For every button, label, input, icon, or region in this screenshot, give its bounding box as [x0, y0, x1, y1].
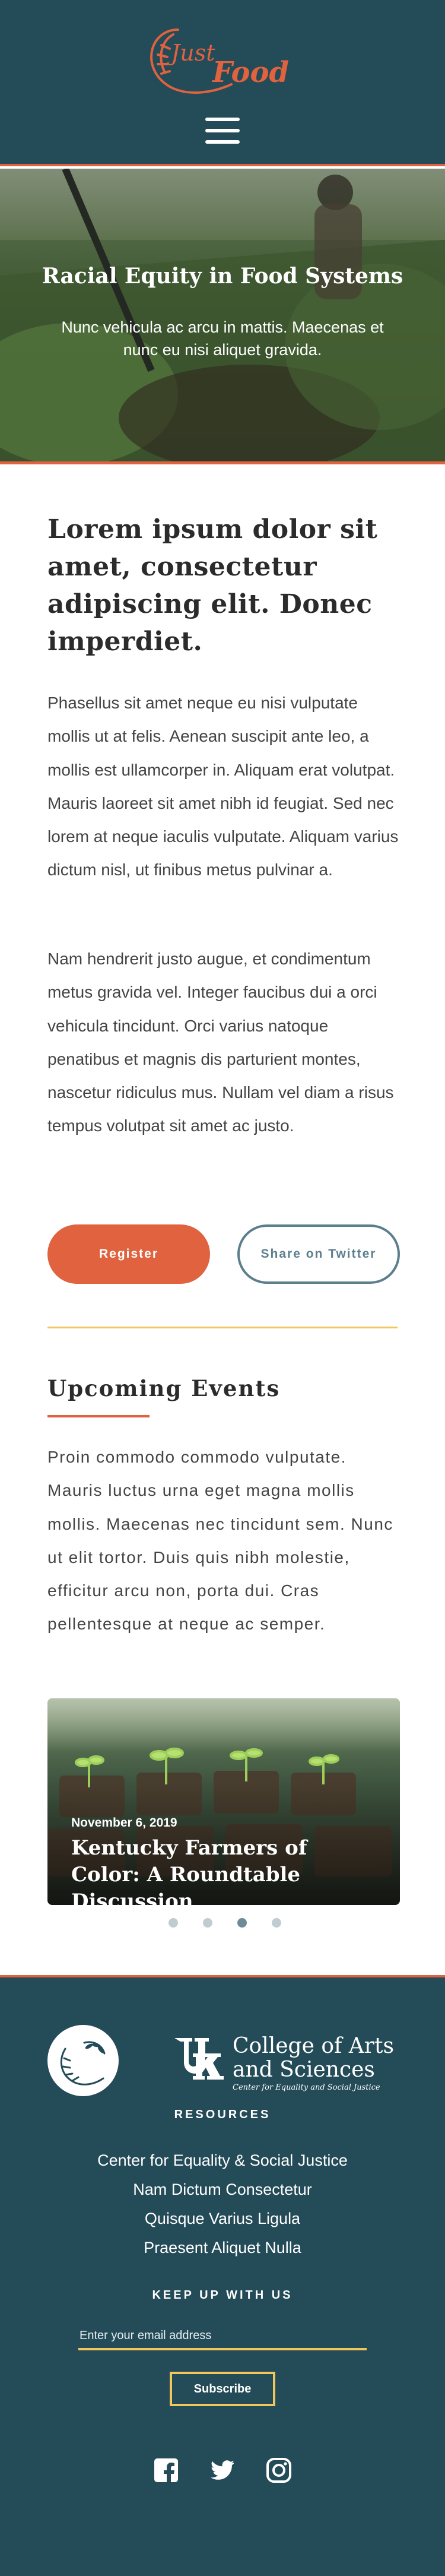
hero-title: Racial Equity in Food Systems [42, 264, 403, 289]
events-heading-underline [47, 1415, 150, 1417]
logo-food-text: Food [211, 56, 289, 89]
college-name-line2: and Sciences [233, 2058, 375, 2082]
section-divider [47, 1327, 398, 1328]
carousel-dot[interactable] [203, 1918, 212, 1928]
carousel-dot-active[interactable] [237, 1918, 247, 1928]
resources-links: Center for Equality & Social Justice Nam… [0, 2146, 445, 2262]
keep-up-heading: KEEP UP WITH US [152, 2289, 293, 2302]
intro-paragraph-2: Nam hendrerit justo augue, et condimentu… [47, 950, 394, 1135]
resource-link-2[interactable]: Nam Dictum Consectetur [0, 2175, 445, 2204]
uk-letters-mark [174, 2038, 224, 2080]
just-food-logo[interactable]: Just Food [136, 18, 309, 101]
site-footer: College of Arts and Sciences Center for … [0, 1975, 445, 2576]
event-title: Kentucky Farmers of Color: A Roundtable … [71, 1836, 307, 1905]
facebook-icon[interactable] [153, 2457, 179, 2483]
subscribe-button[interactable]: Subscribe [170, 2372, 275, 2406]
share-on-twitter-button[interactable]: Share on Twitter [237, 1224, 400, 1284]
resource-link-3[interactable]: Quisque Varius Ligula [0, 2204, 445, 2233]
college-name-line1: College of Arts [233, 2034, 394, 2058]
carousel-dot[interactable] [272, 1918, 281, 1928]
resource-link-4[interactable]: Praesent Aliquet Nulla [0, 2233, 445, 2262]
college-name: College of Arts and Sciences [233, 2034, 394, 2082]
events-heading: Upcoming Events [47, 1375, 281, 1401]
email-input[interactable] [78, 2327, 367, 2350]
hero-banner: Racial Equity in Food Systems Nunc vehic… [0, 169, 445, 464]
carousel-dots [169, 1918, 281, 1930]
wheat-wreath-icon[interactable] [47, 2025, 119, 2096]
college-tagline: Center for Equality and Social Justice [233, 2083, 380, 2092]
event-date: November 6, 2019 [71, 1816, 177, 1830]
register-button[interactable]: Register [47, 1224, 210, 1284]
main-heading: Lorem ipsum dolor sit amet, consectetur … [47, 514, 378, 657]
event-card[interactable]: November 6, 2019 Kentucky Farmers of Col… [47, 1698, 400, 1905]
hero-subtitle: Nunc vehicula ac arcu in mattis. Maecena… [61, 318, 384, 359]
twitter-icon[interactable] [209, 2457, 236, 2483]
hamburger-menu-icon[interactable] [202, 114, 243, 147]
resource-link-center[interactable]: Center for Equality & Social Justice [0, 2146, 445, 2175]
resources-heading: RESOURCES [174, 2108, 271, 2121]
intro-paragraph-1: Phasellus sit amet neque eu nisi vulputa… [47, 694, 399, 879]
events-description: Proin commodo commodo vulputate. Mauris … [47, 1448, 393, 1634]
uk-college-logo[interactable]: College of Arts and Sciences Center for … [174, 2034, 394, 2094]
carousel-dot[interactable] [169, 1918, 178, 1928]
logo-just-text: Just [167, 40, 215, 66]
site-header: Just Food [0, 0, 445, 166]
instagram-icon[interactable] [266, 2457, 292, 2483]
